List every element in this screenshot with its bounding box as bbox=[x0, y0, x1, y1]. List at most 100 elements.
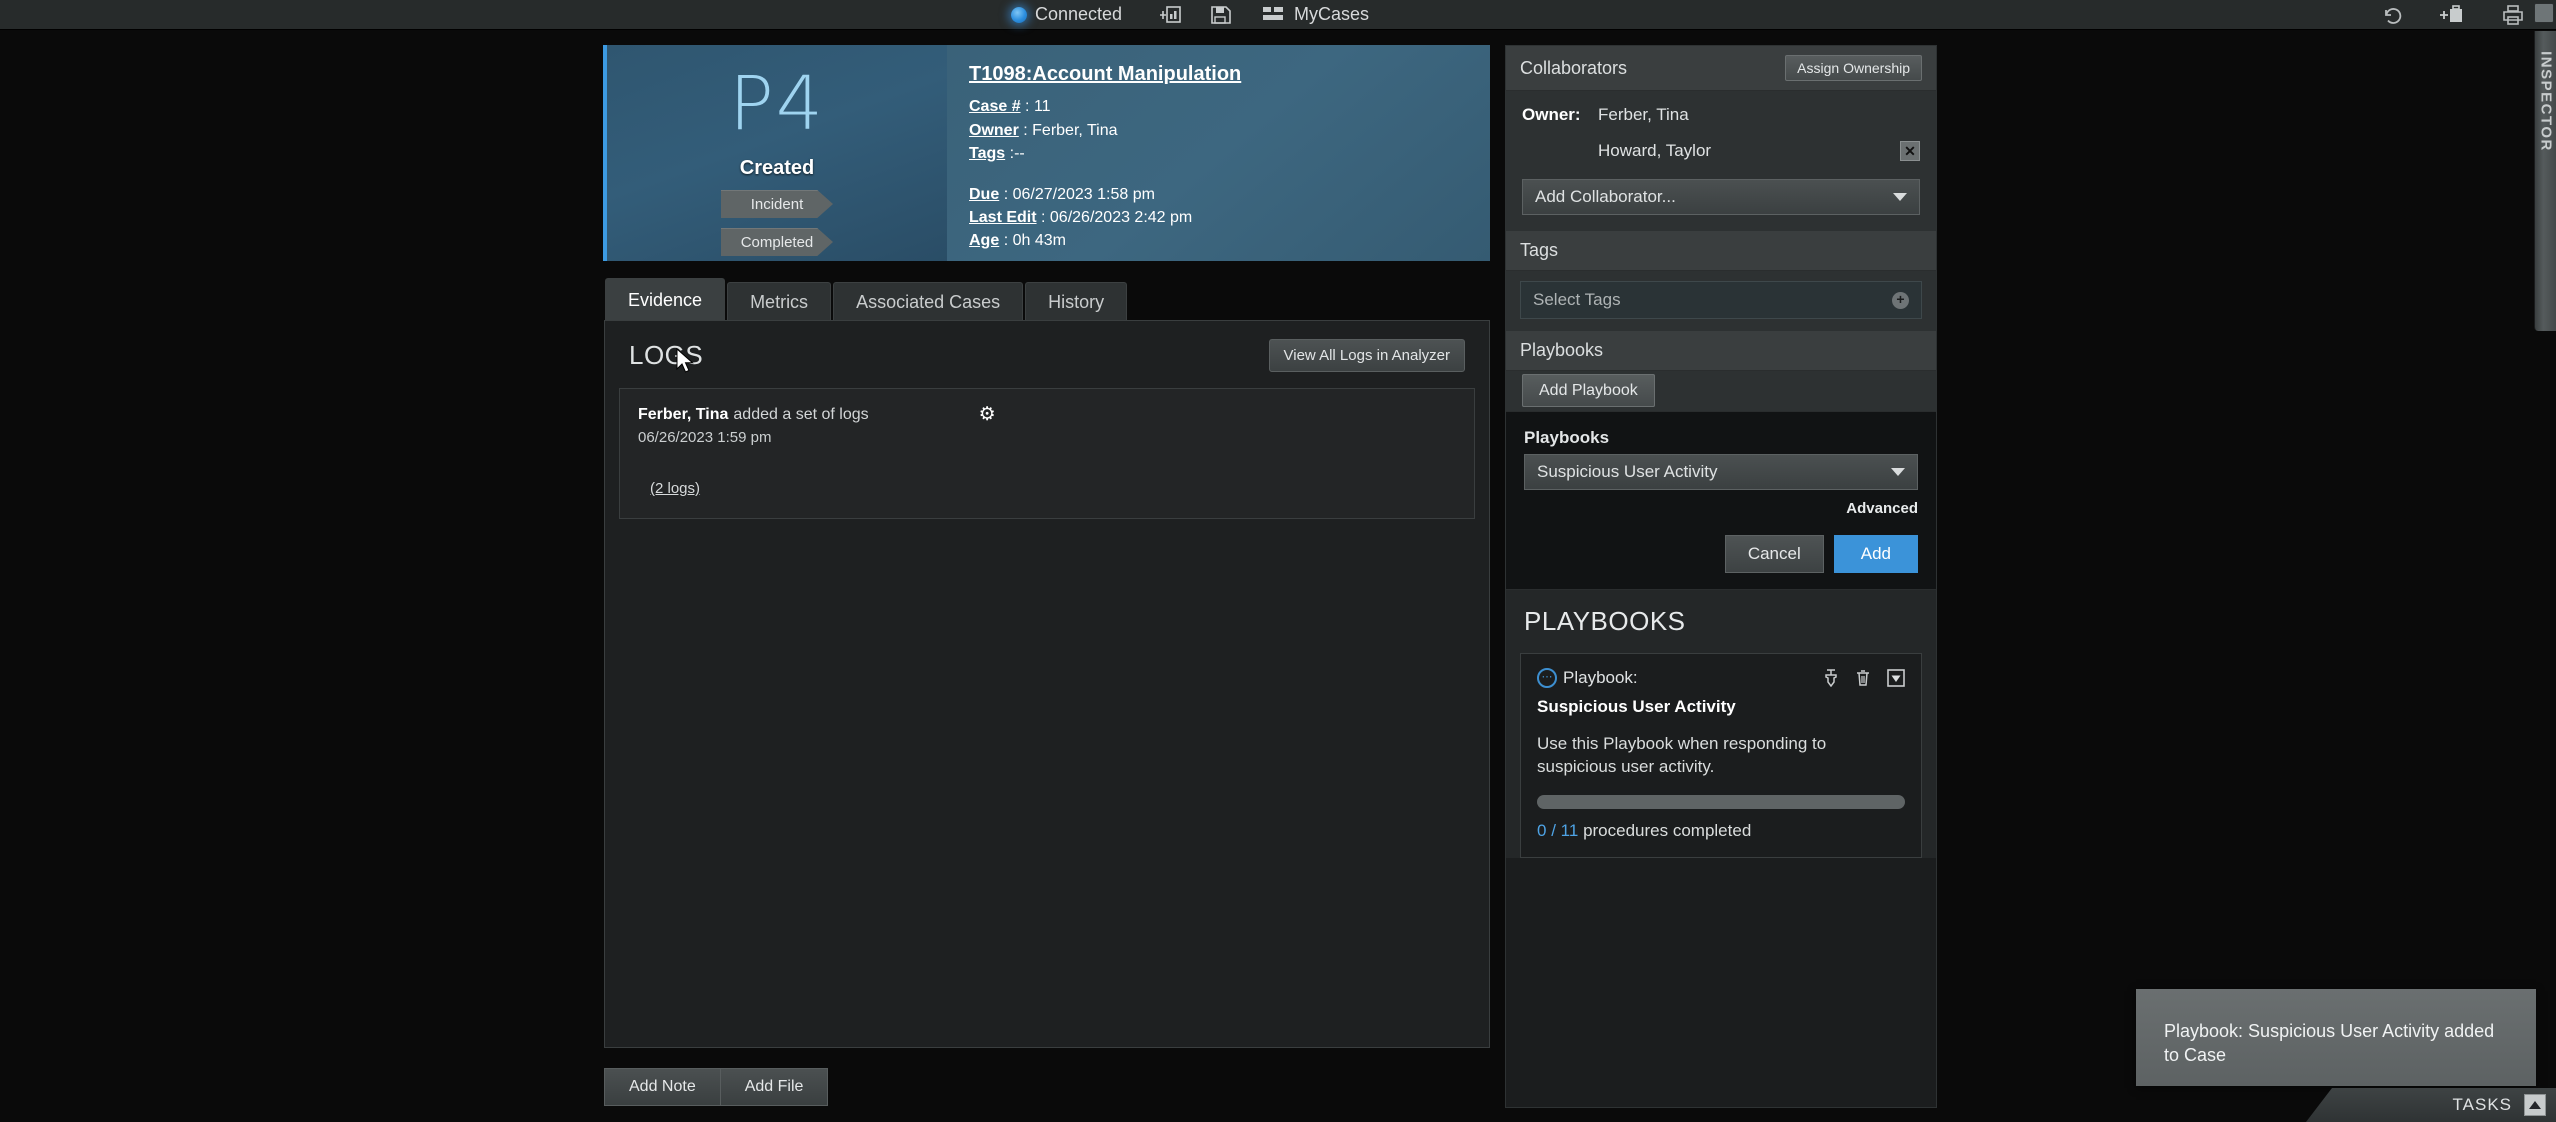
collapse-circle-icon[interactable]: ⋯ bbox=[1537, 668, 1557, 688]
playbook-card-kicker: Playbook: bbox=[1563, 668, 1638, 687]
select-tags-input[interactable]: Select Tags + bbox=[1520, 281, 1922, 319]
add-button[interactable]: Add bbox=[1833, 535, 1918, 573]
case-field-label: Case # bbox=[969, 98, 1021, 116]
top-bar: Connected MyCases bbox=[0, 0, 2556, 30]
case-field-case-number: Case # : 11 bbox=[969, 96, 1468, 117]
case-meta-panel: T1098:Account Manipulation Case # : 11 O… bbox=[947, 45, 1490, 261]
owner-name: Ferber, Tina bbox=[1598, 105, 1689, 124]
case-field-value: 11 bbox=[1033, 98, 1051, 116]
add-playbook-bar: Add Playbook bbox=[1506, 371, 1936, 411]
playbook-total-count: 11 bbox=[1560, 820, 1579, 840]
playbook-select-value: Suspicious User Activity bbox=[1537, 462, 1718, 481]
tasks-bar[interactable]: TASKS bbox=[2306, 1088, 2556, 1122]
chevron-up-icon[interactable] bbox=[2524, 1094, 2546, 1116]
playbook-card-actions bbox=[1823, 669, 1905, 687]
case-field-value: 06/27/2023 1:58 pm bbox=[1012, 185, 1155, 203]
add-briefcase-icon[interactable] bbox=[2440, 3, 2466, 27]
connection-status-label: Connected bbox=[1034, 4, 1123, 24]
inspector-label: INSPECTOR bbox=[2537, 51, 2554, 152]
add-note-button[interactable]: Add Note bbox=[604, 1068, 721, 1106]
mycases-label: MyCases bbox=[1294, 4, 1370, 24]
logs-title: LOGS bbox=[629, 340, 704, 370]
playbook-count-separator: / bbox=[1551, 820, 1556, 840]
log-count-link[interactable]: (2 logs) bbox=[650, 480, 700, 497]
inspector-rail[interactable]: INSPECTOR bbox=[2534, 3, 2556, 331]
case-field-tags: Tags :-- bbox=[969, 143, 1468, 164]
playbooks-panel-header: Playbooks bbox=[1506, 331, 1936, 371]
add-chart-icon[interactable] bbox=[1158, 3, 1184, 27]
playbooks-list-section: PLAYBOOKS ⋯ Playbook: Suspicious User Ac… bbox=[1506, 590, 1936, 858]
case-field-age: Age : 0h 43m bbox=[969, 230, 1468, 251]
advanced-link[interactable]: Advanced bbox=[1524, 500, 1918, 517]
toast-notification: Playbook: Suspicious User Activity added… bbox=[2136, 989, 2536, 1086]
case-tabs: Evidence Metrics Associated Cases Histor… bbox=[605, 278, 1490, 322]
tags-heading: Tags bbox=[1520, 240, 1559, 260]
owner-row: Owner: Ferber, Tina bbox=[1522, 105, 1920, 125]
grid-icon bbox=[1260, 3, 1286, 27]
top-bar-right-group bbox=[2380, 3, 2526, 27]
log-timestamp: 06/26/2023 1:59 pm bbox=[638, 429, 772, 446]
playbook-card-name: Suspicious User Activity bbox=[1537, 697, 1736, 716]
add-playbook-button[interactable]: Add Playbook bbox=[1522, 374, 1655, 407]
view-all-logs-button[interactable]: View All Logs in Analyzer bbox=[1268, 339, 1465, 372]
log-entry[interactable]: Ferber, Tina added a set of logs ⚙ 06/26… bbox=[619, 388, 1475, 519]
case-field-sep: : bbox=[1025, 98, 1034, 116]
case-field-label: Due bbox=[969, 185, 1000, 203]
collaborators-heading: Collaborators bbox=[1520, 57, 1628, 78]
logs-header: LOGS View All Logs in Analyzer bbox=[605, 321, 1489, 382]
case-field-label: Last Edit bbox=[969, 208, 1037, 226]
collaborators-body: Owner: Ferber, Tina Howard, Taylor ✕ Add… bbox=[1506, 91, 1936, 231]
cancel-button[interactable]: Cancel bbox=[1724, 535, 1824, 573]
case-field-last-edit: Last Edit : 06/26/2023 2:42 pm bbox=[969, 207, 1468, 228]
mycases-button[interactable]: MyCases bbox=[1260, 3, 1369, 27]
add-file-button[interactable]: Add File bbox=[720, 1068, 829, 1106]
case-field-sep: : bbox=[1023, 121, 1033, 139]
playbooks-panel-heading: Playbooks bbox=[1520, 340, 1604, 360]
owner-label: Owner: bbox=[1522, 105, 1581, 124]
tab-history[interactable]: History bbox=[1025, 282, 1128, 322]
case-field-sep: : bbox=[1041, 208, 1050, 226]
case-priority-panel: P4 Created Incident Completed bbox=[607, 45, 947, 261]
tab-evidence[interactable]: Evidence bbox=[605, 278, 726, 322]
tags-body: Select Tags + bbox=[1506, 271, 1936, 331]
log-entry-header: Ferber, Tina added a set of logs ⚙ bbox=[638, 405, 1456, 424]
printer-icon[interactable] bbox=[2500, 3, 2526, 27]
add-collaborator-select[interactable]: Add Collaborator... bbox=[1522, 179, 1920, 215]
case-badge-completed: Completed bbox=[721, 228, 833, 256]
trash-icon[interactable] bbox=[1855, 669, 1871, 687]
priority-value: P4 bbox=[729, 61, 825, 147]
case-field-value: 06/26/2023 2:42 pm bbox=[1049, 208, 1193, 226]
playbook-progress-text: 0 / 11 procedures completed bbox=[1537, 821, 1905, 841]
case-title-link[interactable]: T1098:Account Manipulation bbox=[969, 61, 1241, 87]
select-tags-placeholder: Select Tags bbox=[1533, 290, 1621, 309]
inspector-toggle-icon[interactable] bbox=[2534, 3, 2554, 23]
assign-ownership-button[interactable]: Assign Ownership bbox=[1785, 55, 1922, 81]
case-field-label: Tags bbox=[969, 144, 1006, 162]
playbook-form-buttons: Cancel Add bbox=[1524, 535, 1918, 573]
plus-circle-icon[interactable]: + bbox=[1892, 291, 1909, 309]
case-header: P4 Created Incident Completed T1098:Acco… bbox=[603, 45, 1490, 261]
case-field-sep: : bbox=[1003, 185, 1013, 203]
chevron-down-box-icon[interactable] bbox=[1887, 669, 1905, 687]
undo-icon[interactable] bbox=[2380, 3, 2406, 27]
tab-associated-cases[interactable]: Associated Cases bbox=[833, 282, 1024, 322]
gear-icon[interactable]: ⚙ bbox=[979, 405, 996, 424]
pin-icon[interactable] bbox=[1823, 669, 1839, 687]
tags-header: Tags bbox=[1506, 231, 1936, 271]
collaborators-header: Collaborators Assign Ownership bbox=[1506, 46, 1936, 91]
case-meta-gap bbox=[969, 164, 1468, 182]
log-actor-name: Ferber, Tina bbox=[638, 405, 729, 423]
save-disk-icon[interactable] bbox=[1208, 3, 1234, 27]
playbook-card[interactable]: ⋯ Playbook: Suspicious User Activity Use… bbox=[1520, 653, 1922, 858]
playbook-card-title-group: ⋯ Playbook: bbox=[1537, 668, 1638, 688]
playbook-form-label: Playbooks bbox=[1524, 428, 1610, 447]
close-x-icon[interactable]: ✕ bbox=[1900, 141, 1920, 161]
case-field-label: Age bbox=[969, 231, 1000, 249]
playbook-select[interactable]: Suspicious User Activity bbox=[1524, 454, 1918, 490]
playbook-card-description: Use this Playbook when responding to sus… bbox=[1537, 734, 1827, 776]
chevron-down-icon bbox=[1893, 193, 1907, 201]
log-action-text: added a set of logs bbox=[733, 405, 869, 423]
top-bar-center-group: Connected MyCases bbox=[1010, 3, 1369, 27]
case-field-owner: Owner : Ferber, Tina bbox=[969, 120, 1468, 141]
tab-metrics[interactable]: Metrics bbox=[727, 282, 832, 322]
